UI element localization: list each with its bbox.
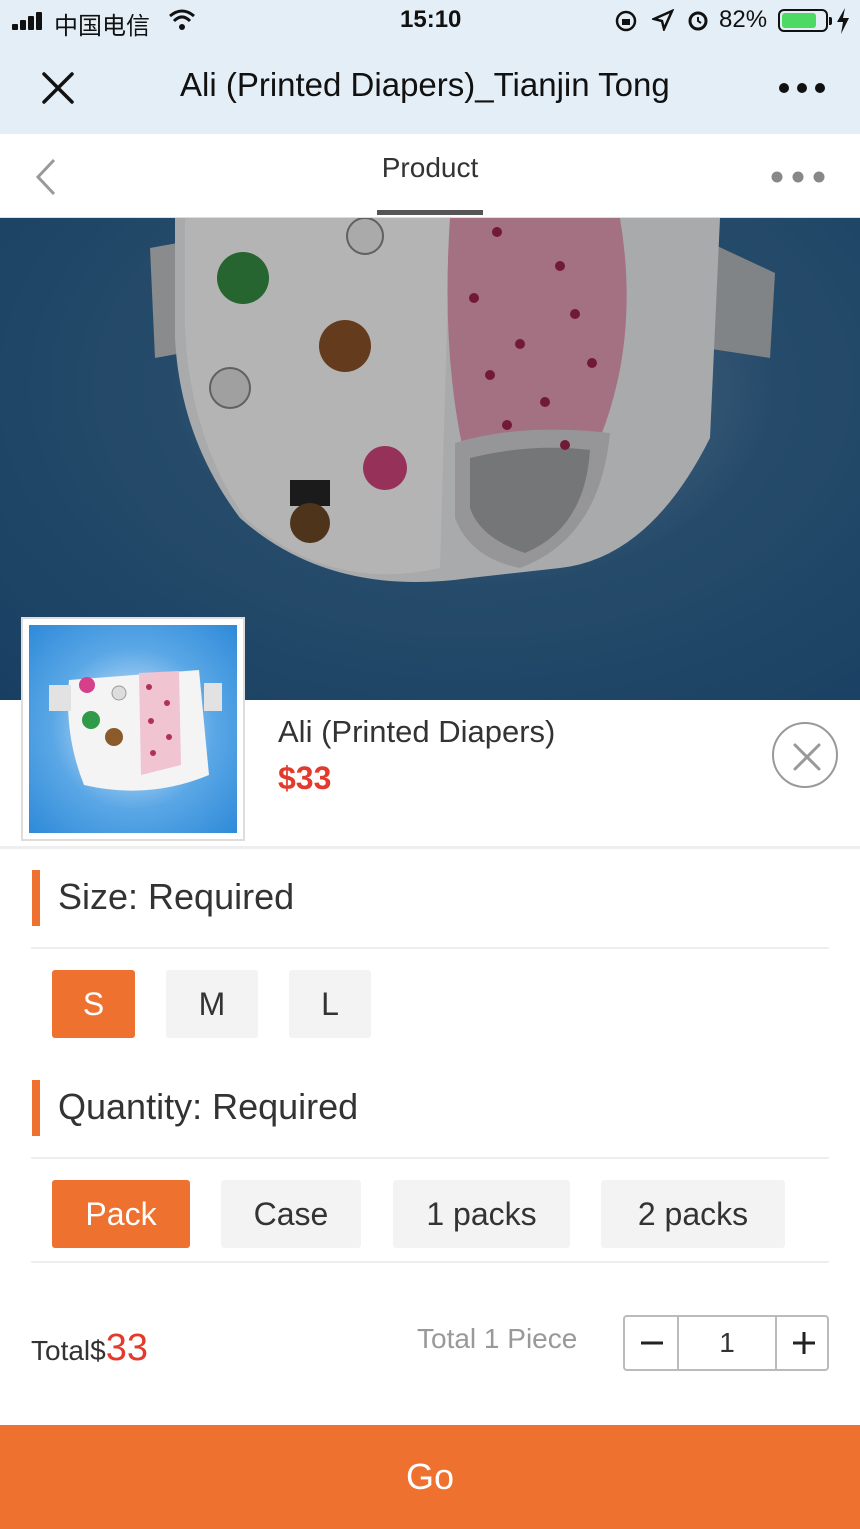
- quantity-count[interactable]: 1: [679, 1317, 775, 1369]
- divider: [31, 947, 829, 949]
- back-chevron-icon[interactable]: [32, 156, 62, 198]
- tab-product[interactable]: Product: [377, 152, 483, 184]
- location-icon: [652, 9, 674, 31]
- quantity-option-1-packs[interactable]: 1 packs: [393, 1180, 570, 1248]
- go-button[interactable]: Go: [0, 1425, 860, 1529]
- quantity-option-2-packs[interactable]: 2 packs: [601, 1180, 785, 1248]
- battery-icon: [778, 9, 832, 32]
- nav-more-icon[interactable]: [770, 170, 826, 184]
- total-pieces: Total 1 Piece: [417, 1323, 578, 1354]
- total-price: Total$33: [31, 1327, 148, 1370]
- size-heading: Size: Required: [58, 876, 295, 917]
- page-title: Ali (Printed Diapers)_Tianjin Tong: [180, 66, 670, 103]
- quantity-heading: Quantity: Required: [58, 1086, 359, 1127]
- divider: [31, 1157, 829, 1159]
- more-icon[interactable]: [778, 82, 826, 94]
- signal-icon: [12, 12, 48, 30]
- status-bar: 中国电信 15:10 82%: [0, 0, 860, 42]
- carrier-label: 中国电信: [54, 13, 150, 40]
- decrement-button[interactable]: [625, 1317, 679, 1369]
- total-prefix: Total$: [31, 1335, 106, 1366]
- close-circle-icon: [793, 743, 821, 771]
- orientation-lock-icon: [615, 10, 637, 32]
- battery-percent: 82%: [719, 6, 768, 33]
- total-amount: 33: [105, 1327, 148, 1369]
- quantity-option-pack[interactable]: Pack: [52, 1180, 190, 1248]
- minus-icon: [641, 1341, 663, 1345]
- product-name: Ali (Printed Diapers): [278, 714, 556, 749]
- divider: [31, 1261, 829, 1263]
- alarm-icon: [688, 11, 708, 31]
- quantity-section-header: Quantity: Required: [32, 1080, 832, 1136]
- wifi-icon: [169, 9, 195, 30]
- section-accent-bar: [32, 870, 40, 926]
- product-price: $33: [278, 760, 332, 796]
- quantity-stepper: 1: [623, 1315, 829, 1371]
- size-option-s[interactable]: S: [52, 970, 135, 1038]
- divider: [0, 846, 860, 849]
- increment-button[interactable]: [775, 1317, 827, 1369]
- plus-icon: [793, 1332, 815, 1354]
- size-section-header: Size: Required: [32, 870, 832, 926]
- tab-active-indicator: [377, 210, 483, 215]
- close-icon[interactable]: [36, 66, 80, 110]
- size-option-m[interactable]: M: [166, 970, 258, 1038]
- page-nav: Product: [0, 134, 860, 218]
- size-option-l[interactable]: L: [289, 970, 371, 1038]
- quantity-option-case[interactable]: Case: [221, 1180, 361, 1248]
- product-thumbnail: [21, 617, 245, 841]
- app-title-bar: Ali (Printed Diapers)_Tianjin Tong: [0, 42, 860, 134]
- sheet-close-button[interactable]: [772, 722, 838, 788]
- status-time: 15:10: [400, 6, 462, 33]
- charging-icon: [837, 8, 849, 34]
- section-accent-bar: [32, 1080, 40, 1136]
